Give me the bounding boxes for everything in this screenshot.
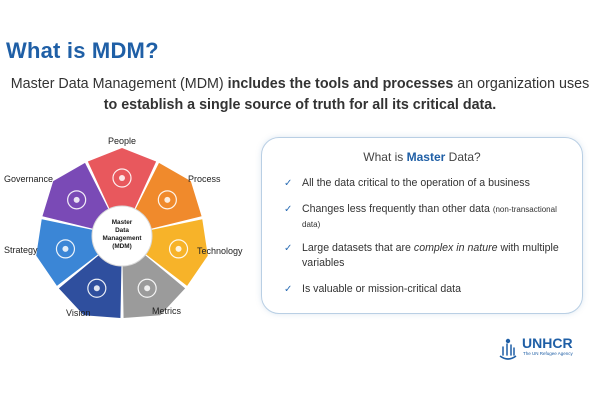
center-line-2: Data: [115, 227, 129, 234]
center-line-1: Master: [112, 219, 133, 226]
center-line-4: (MDM): [112, 243, 132, 250]
check-icon: ✓: [284, 243, 293, 254]
card-title-suffix: Data?: [445, 150, 481, 164]
logo-tagline: The UN Refugee Agency: [523, 351, 573, 356]
bullet-item: ✓ Changes less frequently than other dat…: [284, 202, 576, 232]
intro-text: Master Data Management (MDM) includes th…: [0, 74, 600, 116]
bullet-text: Changes less frequently than other data: [302, 203, 493, 215]
segment-label-vision: Vision: [66, 308, 90, 318]
check-icon: ✓: [284, 284, 293, 295]
segment-label-technology: Technology: [197, 246, 243, 256]
check-icon: ✓: [284, 178, 293, 189]
intro-part-3: an organization uses: [453, 76, 590, 92]
logo-wordmark: UNHCR: [522, 335, 573, 351]
bullet-text-pre: Large datasets that are: [302, 242, 414, 254]
bullet-item: ✓ Large datasets that are complex in nat…: [284, 241, 576, 271]
segment-label-people: People: [108, 136, 136, 146]
card-title: What is Master Data?: [262, 150, 582, 164]
unhcr-emblem-icon: [499, 338, 517, 360]
bullet-text: Is valuable or mission-critical data: [302, 283, 461, 295]
segment-label-governance: Governance: [4, 174, 53, 184]
card-title-prefix: What is: [363, 150, 407, 164]
center-line-3: Management: [102, 235, 142, 242]
bullet-list: ✓ All the data critical to the operation…: [284, 176, 576, 297]
mdm-diagram: Master Data Management (MDM) People Proce…: [4, 136, 243, 318]
intro-part-4: to establish a single source of truth fo…: [103, 97, 497, 113]
intro-part-2: includes the tools and processes: [227, 76, 454, 92]
unhcr-logo: UNHCR The UN Refugee Agency: [497, 334, 597, 364]
segment-label-process: Process: [188, 174, 221, 184]
bullet-item: ✓ All the data critical to the operation…: [284, 176, 576, 191]
segment-label-strategy: Strategy: [4, 245, 38, 255]
bullet-item: ✓ Is valuable or mission-critical data: [284, 282, 576, 297]
segment-label-metrics: Metrics: [152, 306, 181, 316]
card-title-bold: Master: [406, 150, 446, 164]
bullet-text-emphasis: complex in nature: [413, 242, 498, 254]
slide-title: What is MDM?: [6, 38, 159, 63]
bullet-text: All the data critical to the operation o…: [302, 177, 530, 189]
check-icon: ✓: [284, 204, 293, 215]
master-data-card: What is Master Data? ✓ All the data crit…: [261, 137, 583, 314]
intro-part-1: Master Data Management (MDM): [10, 76, 228, 92]
